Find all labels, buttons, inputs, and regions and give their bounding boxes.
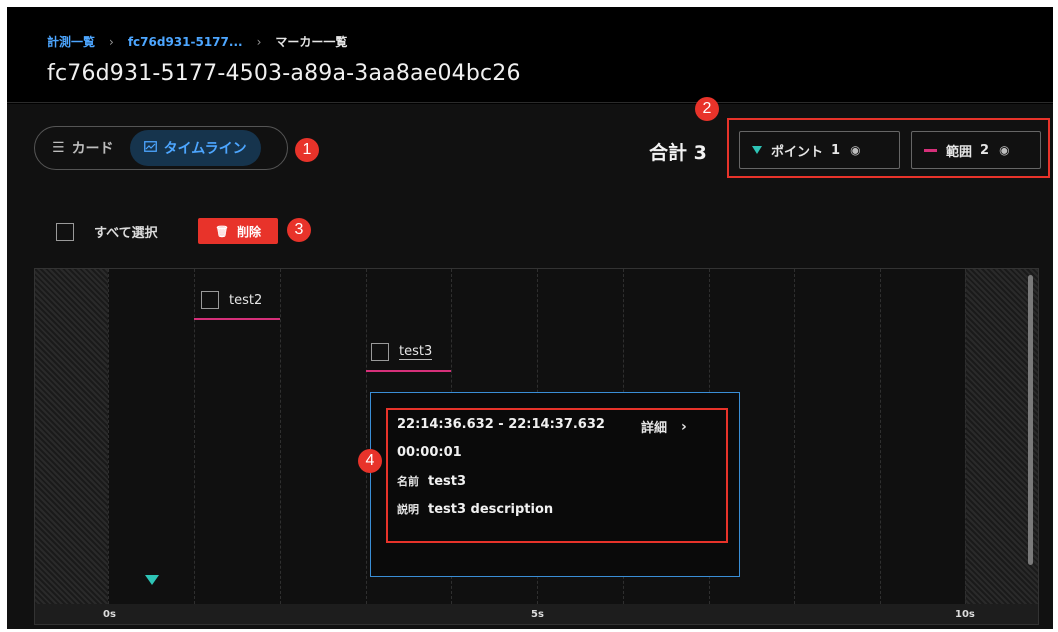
detail-link[interactable]: 詳細 ›: [641, 417, 687, 437]
tick-label: 5s: [531, 609, 544, 620]
detail-duration: 00:00:01: [397, 445, 462, 460]
select-all[interactable]: すべて選択: [56, 222, 158, 241]
delete-button[interactable]: 🗑 削除: [198, 218, 278, 244]
marker-detail-popup: 22:14:36.632 - 22:14:37.632 詳細 › 00:00:0…: [370, 392, 740, 577]
tab-timeline-label: タイムライン: [163, 141, 247, 157]
eye-icon[interactable]: ◉: [999, 143, 1009, 157]
tab-card-view[interactable]: ☰ カード: [38, 130, 128, 166]
detail-description-row: 説明 test3 description: [397, 501, 553, 517]
point-filter-button[interactable]: ポイント 1 ◉: [739, 131, 900, 169]
point-marker[interactable]: [145, 575, 159, 585]
gridline: [366, 269, 367, 604]
detail-highlight: 22:14:36.632 - 22:14:37.632 詳細 › 00:00:0…: [386, 408, 728, 543]
time-axis: 0s 5s 10s: [35, 604, 1038, 624]
select-all-checkbox[interactable]: [56, 222, 74, 241]
range-count: 2: [980, 142, 990, 158]
vertical-scrollbar[interactable]: [1028, 275, 1033, 565]
detail-link-label: 詳細: [641, 421, 668, 436]
marker-checkbox[interactable]: [201, 291, 219, 309]
callout-badge: 1: [295, 138, 319, 162]
breadcrumb-separator: ›: [109, 34, 114, 49]
chevron-right-icon: ›: [681, 418, 687, 435]
marker-label: test3: [399, 344, 433, 360]
detail-description-key: 説明: [397, 503, 419, 516]
detail-description-value: test3 description: [428, 502, 554, 517]
range-bar[interactable]: [194, 318, 280, 320]
range-filter-label: 範囲: [946, 144, 973, 160]
breadcrumb-current: マーカー一覧: [275, 35, 348, 49]
range-bar[interactable]: [366, 370, 451, 372]
timeline-icon: [143, 140, 157, 156]
eye-icon[interactable]: ◉: [850, 143, 860, 157]
list-icon: ☰: [52, 140, 65, 156]
detail-name-value: test3: [428, 474, 467, 489]
gridline: [965, 269, 966, 604]
point-marker-icon: [752, 146, 762, 154]
tab-card-label: カード: [71, 141, 114, 157]
breadcrumb-measurement-id[interactable]: fc76d931-5177...: [128, 35, 243, 49]
out-of-range-left: [35, 269, 108, 604]
timeline-panel[interactable]: test2 test3 22:14:36.632 - 22:14:37.632 …: [34, 268, 1039, 625]
select-all-label: すべて選択: [94, 226, 158, 241]
delete-label: 削除: [236, 224, 261, 239]
breadcrumb: 計測一覧 › fc76d931-5177... › マーカー一覧: [47, 33, 347, 50]
gridline: [794, 269, 795, 604]
tick-label: 10s: [955, 609, 975, 620]
app-window: 計測一覧 › fc76d931-5177... › マーカー一覧 fc76d93…: [7, 7, 1053, 629]
marker-item[interactable]: test3: [371, 343, 433, 361]
tick-label: 0s: [103, 609, 116, 620]
breadcrumb-measurement-list[interactable]: 計測一覧: [47, 33, 95, 50]
main-content: ☰ カード タイムライン 1 合計 3 2 ポイント 1 ◉ 範囲 2 ◉ すべ…: [7, 97, 1053, 629]
gridline: [280, 269, 281, 604]
breadcrumb-separator: ›: [256, 34, 262, 49]
detail-name-row: 名前 test3: [397, 473, 466, 489]
page-title: fc76d931-5177-4503-a89a-3aa8ae04bc26: [47, 61, 521, 86]
detail-time-range: 22:14:36.632 - 22:14:37.632: [397, 417, 605, 432]
legend-filter-group: ポイント 1 ◉ 範囲 2 ◉: [727, 118, 1050, 178]
range-marker-icon: [924, 148, 937, 152]
gridline: [880, 269, 881, 604]
marker-label: test2: [229, 292, 263, 308]
point-filter-label: ポイント: [771, 144, 824, 160]
marker-checkbox[interactable]: [371, 343, 389, 361]
callout-badge: 3: [287, 218, 311, 242]
trash-icon: 🗑: [215, 224, 229, 238]
marker-item[interactable]: test2: [201, 291, 262, 309]
point-count: 1: [831, 142, 841, 158]
page-header: 計測一覧 › fc76d931-5177... › マーカー一覧 fc76d93…: [7, 7, 1053, 103]
range-filter-button[interactable]: 範囲 2 ◉: [911, 131, 1041, 169]
callout-badge: 4: [358, 449, 382, 473]
callout-badge: 2: [695, 97, 719, 121]
detail-name-key: 名前: [397, 475, 419, 488]
total-count: 合計 3: [649, 142, 707, 164]
gridline: [108, 269, 109, 604]
tab-timeline-view[interactable]: タイムライン: [129, 130, 261, 166]
view-toggle: ☰ カード タイムライン: [34, 126, 288, 170]
